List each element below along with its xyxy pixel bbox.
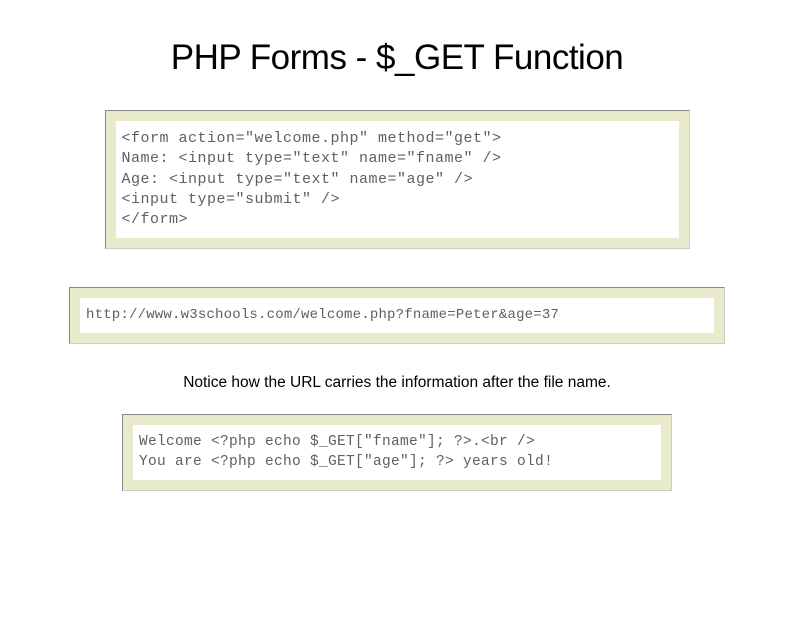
notice-text: Notice how the URL carries the informati… [0,374,794,392]
code-block-output: Welcome <?php echo $_GET["fname"]; ?>.<b… [122,414,672,491]
code-block-form: <form action="welcome.php" method="get">… [105,110,690,249]
slide-title: PHP Forms - $_GET Function [0,38,794,78]
code-block-url: http://www.w3schools.com/welcome.php?fna… [69,287,725,344]
code-content-form: <form action="welcome.php" method="get">… [116,121,679,238]
code-content-url: http://www.w3schools.com/welcome.php?fna… [80,298,714,333]
code-content-output: Welcome <?php echo $_GET["fname"]; ?>.<b… [133,425,661,480]
